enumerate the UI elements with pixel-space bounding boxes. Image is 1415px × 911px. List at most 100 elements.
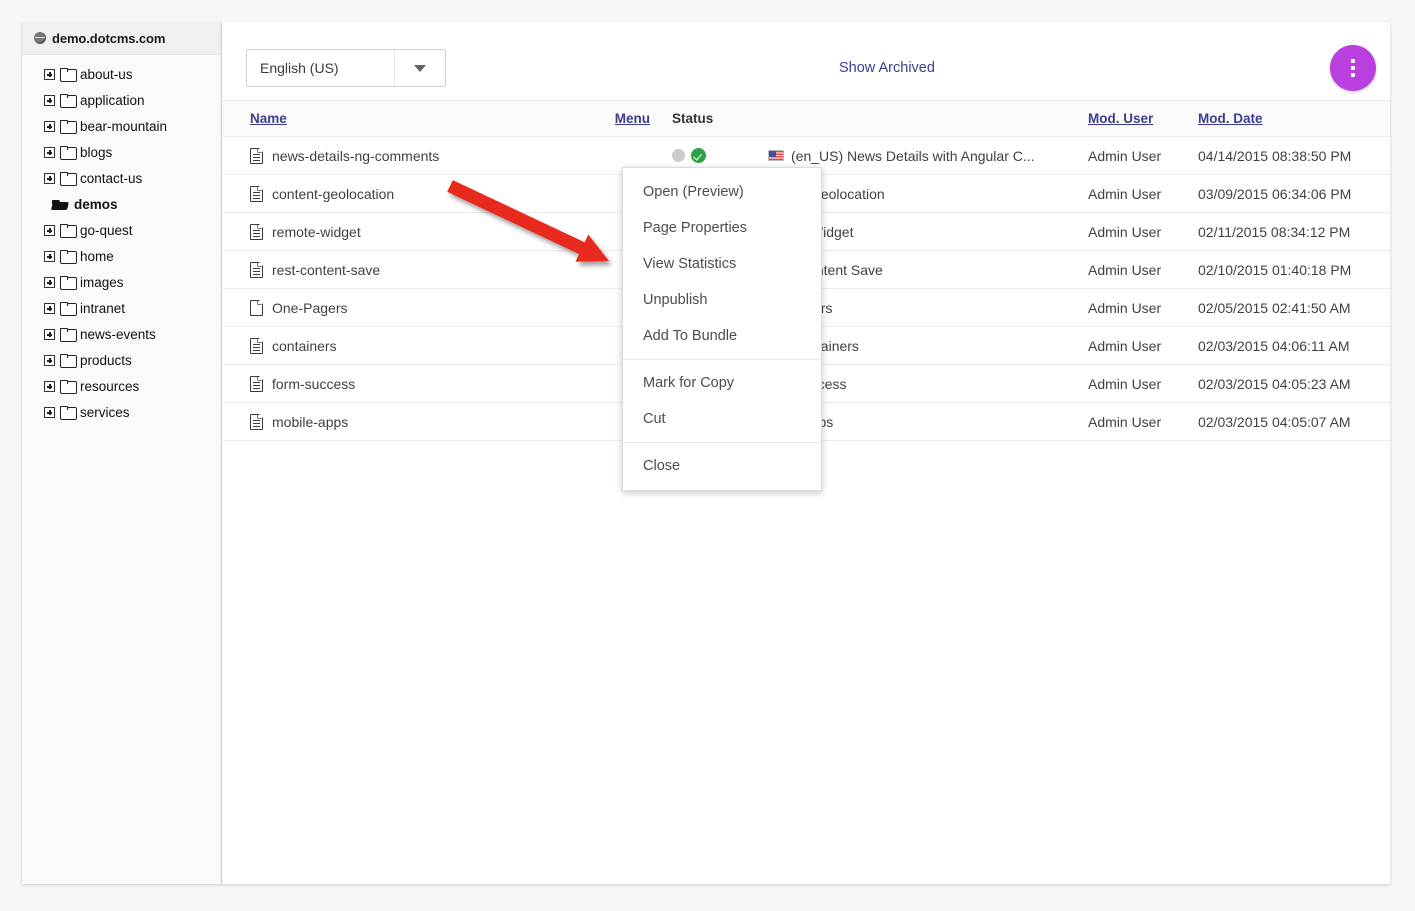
sidebar-item-images[interactable]: images [22,269,221,295]
sidebar-item-application[interactable]: application [22,87,221,113]
sidebar-item-label: bear-mountain [80,119,167,134]
folder-tree: about-usapplication bear-mountain blogs con… [22,55,221,425]
document-lined-icon [250,414,263,430]
context-menu-item-add-to-bundle[interactable]: Add To Bundle [623,318,821,354]
context-menu-item-view-statistics[interactable]: View Statistics [623,246,821,282]
column-header-mod-user[interactable]: Mod. User [1080,101,1190,137]
document-lined-icon [250,262,263,278]
folder-open-icon [52,198,69,210]
column-header-status-label: Status [672,111,713,126]
vertical-dots-icon [1351,59,1355,63]
chevron-down-icon[interactable] [395,65,445,72]
context-menu-item-page-properties[interactable]: Page Properties [623,210,821,246]
expand-plus-icon[interactable] [44,407,55,418]
page-name-label: news-details-ng-comments [272,148,439,164]
vertical-dots-icon [1351,66,1355,70]
cell-mod-user: Admin User [1080,137,1190,175]
sidebar-item-contact-us[interactable]: contact-us [22,165,221,191]
column-header-status: Status [650,101,1080,137]
expand-plus-icon[interactable] [44,355,55,366]
column-header-mod-user-label: Mod. User [1088,111,1153,126]
context-menu-item-mark-for-copy[interactable]: Mark for Copy [623,365,821,401]
site-header[interactable]: demo.dotcms.com [22,22,221,55]
cell-name[interactable]: rest-content-save [222,251,590,289]
cell-name[interactable]: containers [222,327,590,365]
vertical-dots-icon [1351,73,1355,77]
expand-plus-icon[interactable] [44,95,55,106]
sidebar-item-news-events[interactable]: news-events [22,321,221,347]
column-header-name[interactable]: Name [222,101,590,137]
sidebar-item-label: home [80,249,114,264]
column-header-name-label: Name [250,111,287,126]
sidebar-item-products[interactable]: products [22,347,221,373]
column-header-menu-label: Menu [615,111,650,126]
cell-mod-user: Admin User [1080,289,1190,327]
context-menu-item-open-preview[interactable]: Open (Preview) [623,174,821,210]
page-name-label: One-Pagers [272,300,347,316]
sidebar-item-label: resources [80,379,139,394]
expand-plus-icon[interactable] [44,225,55,236]
sidebar-item-bear-mountain[interactable]: bear-mountain [22,113,221,139]
folder-icon [60,328,75,340]
toolbar: English (US) Show Archived [222,22,1390,100]
sidebar-item-services[interactable]: services [22,399,221,425]
unpublished-dot-icon [672,149,685,162]
site-browser-sidebar: demo.dotcms.com about-usapplication bear-… [22,22,222,884]
expand-plus-icon[interactable] [44,251,55,262]
cell-name[interactable]: form-success [222,365,590,403]
expand-plus-icon[interactable] [44,69,55,80]
sidebar-item-blogs[interactable]: blogs [22,139,221,165]
folder-icon [60,276,75,288]
column-header-menu[interactable]: Menu [590,101,650,137]
cell-mod-date: 04/14/2015 08:38:50 PM [1190,137,1390,175]
expand-plus-icon[interactable] [44,173,55,184]
cell-name[interactable]: news-details-ng-comments [222,137,590,175]
context-menu-item-unpublish[interactable]: Unpublish [623,282,821,318]
cell-name[interactable]: remote-widget [222,213,590,251]
cell-name[interactable]: content-geolocation [222,175,590,213]
cell-name[interactable]: mobile-apps [222,403,590,441]
folder-icon [60,120,75,132]
cell-mod-date: 03/09/2015 06:34:06 PM [1190,175,1390,213]
document-lined-icon [250,376,263,392]
folder-icon [60,302,75,314]
globe-icon [34,32,46,44]
document-lined-icon [250,224,263,240]
expand-plus-icon[interactable] [44,277,55,288]
column-header-mod-date-label: Mod. Date [1198,111,1263,126]
sidebar-item-about-us[interactable]: about-us [22,61,221,87]
sidebar-item-intranet[interactable]: intranet [22,295,221,321]
sidebar-item-demos[interactable]: demos [22,191,221,217]
context-menu-item-close[interactable]: Close [623,448,821,484]
sidebar-item-home[interactable]: home [22,243,221,269]
folder-icon [60,172,75,184]
expand-plus-icon[interactable] [44,303,55,314]
context-menu-item-label: View Statistics [643,256,736,272]
expand-plus-icon[interactable] [44,329,55,340]
show-archived-link[interactable]: Show Archived [839,60,935,76]
sidebar-item-label: contact-us [80,171,142,186]
expand-plus-icon[interactable] [44,381,55,392]
column-header-mod-date[interactable]: Mod. Date [1190,101,1390,137]
cell-name[interactable]: One-Pagers [222,289,590,327]
folder-icon [60,250,75,262]
site-name: demo.dotcms.com [52,31,165,46]
page-name-label: containers [272,338,337,354]
expand-plus-icon[interactable] [44,147,55,158]
folder-icon [60,406,75,418]
cell-mod-date: 02/03/2015 04:05:23 AM [1190,365,1390,403]
context-menu-item-label: Open (Preview) [643,184,744,200]
folder-icon [60,68,75,80]
cell-mod-user: Admin User [1080,175,1190,213]
sidebar-item-resources[interactable]: resources [22,373,221,399]
main-panel: English (US) Show Archived Name [222,22,1390,884]
context-menu-item-cut[interactable]: Cut [623,401,821,437]
more-actions-button[interactable] [1330,45,1376,91]
folder-icon [60,224,75,236]
language-select[interactable]: English (US) [246,49,446,87]
expand-plus-icon[interactable] [44,121,55,132]
folder-icon [60,94,75,106]
context-menu-item-label: Cut [643,411,666,427]
page-name-label: content-geolocation [272,186,394,202]
sidebar-item-go-quest[interactable]: go-quest [22,217,221,243]
